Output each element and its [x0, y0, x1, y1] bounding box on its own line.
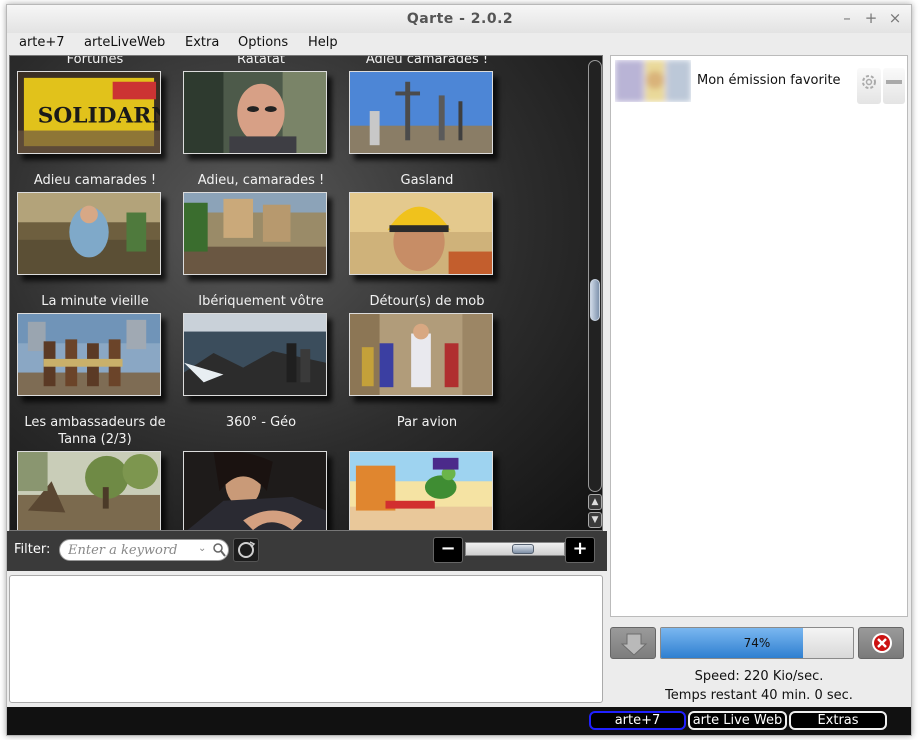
video-thumbnail[interactable]: [349, 451, 493, 530]
menu-options[interactable]: Options: [238, 35, 288, 50]
video-tile-title: Fortunes: [66, 55, 124, 67]
title-bar: Qarte - 2.0.2 – + ×: [7, 5, 911, 33]
search-icon[interactable]: [212, 541, 226, 559]
gallery-scrollbar[interactable]: ▲ ▼: [588, 60, 602, 528]
tab-arte7[interactable]: arte+7: [589, 711, 686, 730]
video-tile-title: Par avion: [396, 415, 458, 430]
video-tile-title: La minute vieille: [41, 294, 149, 309]
scrollbar-track[interactable]: [588, 60, 602, 492]
minimize-button[interactable]: –: [839, 10, 855, 26]
window-title: Qarte - 2.0.2: [406, 11, 514, 27]
zoom-slider-handle[interactable]: [512, 544, 534, 554]
tab-arte-live-web[interactable]: arte Live Web: [688, 711, 787, 730]
scroll-up-button[interactable]: ▲: [588, 494, 602, 510]
cancel-icon: [872, 633, 892, 653]
video-thumbnail[interactable]: [17, 192, 161, 275]
zoom-in-button[interactable]: +: [565, 537, 595, 563]
download-arrow-icon: [620, 633, 648, 656]
video-tile-title: Adieu camarades !: [33, 173, 157, 188]
menu-arte7[interactable]: arte+7: [19, 35, 65, 50]
video-tile-title: Adieu, camarades !: [197, 173, 325, 188]
download-speed: Speed: 220 Kio/sec.: [694, 669, 824, 684]
chevron-down-icon[interactable]: ⌄: [198, 543, 206, 554]
zoom-slider[interactable]: [465, 542, 565, 556]
favorite-label: Mon émission favorite: [697, 73, 841, 88]
video-tile-title: Les ambassadeurs de Tanna (2/3): [24, 415, 166, 447]
video-thumbnail[interactable]: [17, 451, 161, 530]
video-tile-title: Ratatat: [237, 55, 285, 67]
favorite-thumbnail: [615, 60, 691, 102]
refresh-button[interactable]: [233, 538, 259, 562]
filter-bar: Filter: ⌄ − +: [7, 531, 607, 571]
download-progress-bar: 74%: [660, 627, 854, 659]
gear-icon: [862, 75, 876, 89]
favorites-panel: Mon émission favorite: [610, 55, 908, 617]
video-thumbnail[interactable]: SOLIDARNOSC: [17, 71, 161, 154]
minus-icon: [886, 80, 902, 84]
filter-label: Filter:: [14, 542, 51, 557]
remove-favorite-button[interactable]: [883, 68, 905, 104]
download-button[interactable]: [610, 627, 656, 659]
maximize-button[interactable]: +: [863, 10, 879, 26]
video-gallery: Fortunes SOLIDARNOSC Ratatat Adieu camarade…: [9, 55, 603, 531]
video-thumbnail[interactable]: [183, 313, 327, 396]
scroll-down-button[interactable]: ▼: [588, 512, 602, 528]
menu-help[interactable]: Help: [308, 35, 338, 50]
video-thumbnail[interactable]: [17, 313, 161, 396]
svg-text:SOLIDARNOSC: SOLIDARNOSC: [38, 104, 160, 129]
menu-bar: arte+7 arteLiveWeb Extra Options Help: [7, 33, 911, 55]
video-thumbnail[interactable]: [183, 192, 327, 275]
video-tile-title: 360° - Géo: [225, 415, 297, 430]
close-window-button[interactable]: ×: [887, 10, 903, 26]
favorite-settings-button[interactable]: [857, 68, 881, 104]
bottom-tab-bar: arte+7 arte Live Web Extras: [7, 707, 911, 735]
video-thumbnail[interactable]: [349, 71, 493, 154]
video-thumbnail[interactable]: [349, 192, 493, 275]
download-time-remaining: Temps restant 40 min. 0 sec.: [665, 688, 853, 703]
app-window: Qarte - 2.0.2 – + × arte+7 arteLiveWeb E…: [6, 4, 912, 736]
download-area: 74% Speed: 220 Kio/sec. Temps restant 40…: [610, 627, 908, 707]
video-tile-title: Adieu camarades !: [365, 55, 489, 67]
zoom-out-button[interactable]: −: [433, 537, 463, 563]
menu-arteliveweb[interactable]: arteLiveWeb: [84, 35, 165, 50]
video-tile-title: Ibériquement vôtre: [198, 294, 324, 309]
download-progress-text: 74%: [743, 636, 771, 650]
filter-box: ⌄: [59, 539, 229, 561]
filter-input[interactable]: [68, 542, 196, 559]
menu-extra[interactable]: Extra: [185, 35, 219, 50]
video-tile-title: Gasland: [400, 173, 454, 188]
video-tile-title: Détour(s) de mob: [369, 294, 485, 309]
cancel-download-button[interactable]: [858, 627, 904, 659]
refresh-icon: [238, 541, 256, 558]
video-thumbnail[interactable]: [183, 451, 327, 530]
tab-extras[interactable]: Extras: [789, 711, 887, 730]
video-thumbnail[interactable]: [349, 313, 493, 396]
video-thumbnail[interactable]: [183, 71, 327, 154]
description-panel: [9, 575, 603, 703]
scrollbar-thumb[interactable]: [590, 279, 600, 321]
